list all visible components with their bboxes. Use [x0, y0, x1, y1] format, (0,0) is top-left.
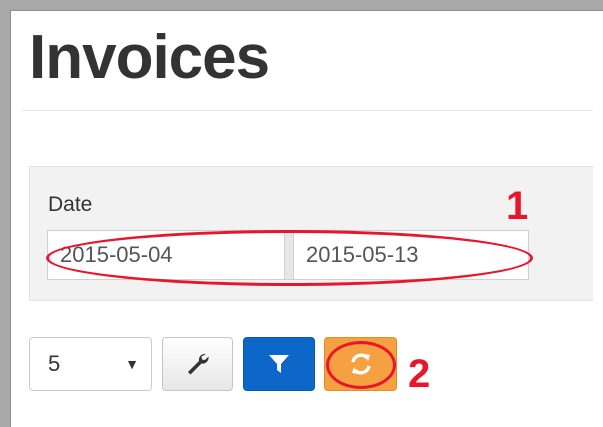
refresh-highlight — [326, 341, 396, 389]
caret-down-icon: ▼ — [125, 356, 139, 372]
settings-button[interactable] — [162, 337, 233, 391]
filter-button[interactable] — [243, 337, 315, 391]
wrench-icon — [187, 353, 209, 375]
funnel-icon — [269, 355, 289, 373]
page-title: Invoices — [29, 23, 270, 92]
page-size-select[interactable]: 5 ▼ — [29, 337, 152, 391]
date-range-highlight — [46, 230, 533, 286]
date-label: Date — [48, 193, 93, 216]
callout-number-1: 1 — [506, 184, 529, 228]
callout-number-2: 2 — [408, 352, 431, 396]
page-size-value: 5 — [48, 351, 61, 376]
title-divider — [22, 110, 593, 111]
